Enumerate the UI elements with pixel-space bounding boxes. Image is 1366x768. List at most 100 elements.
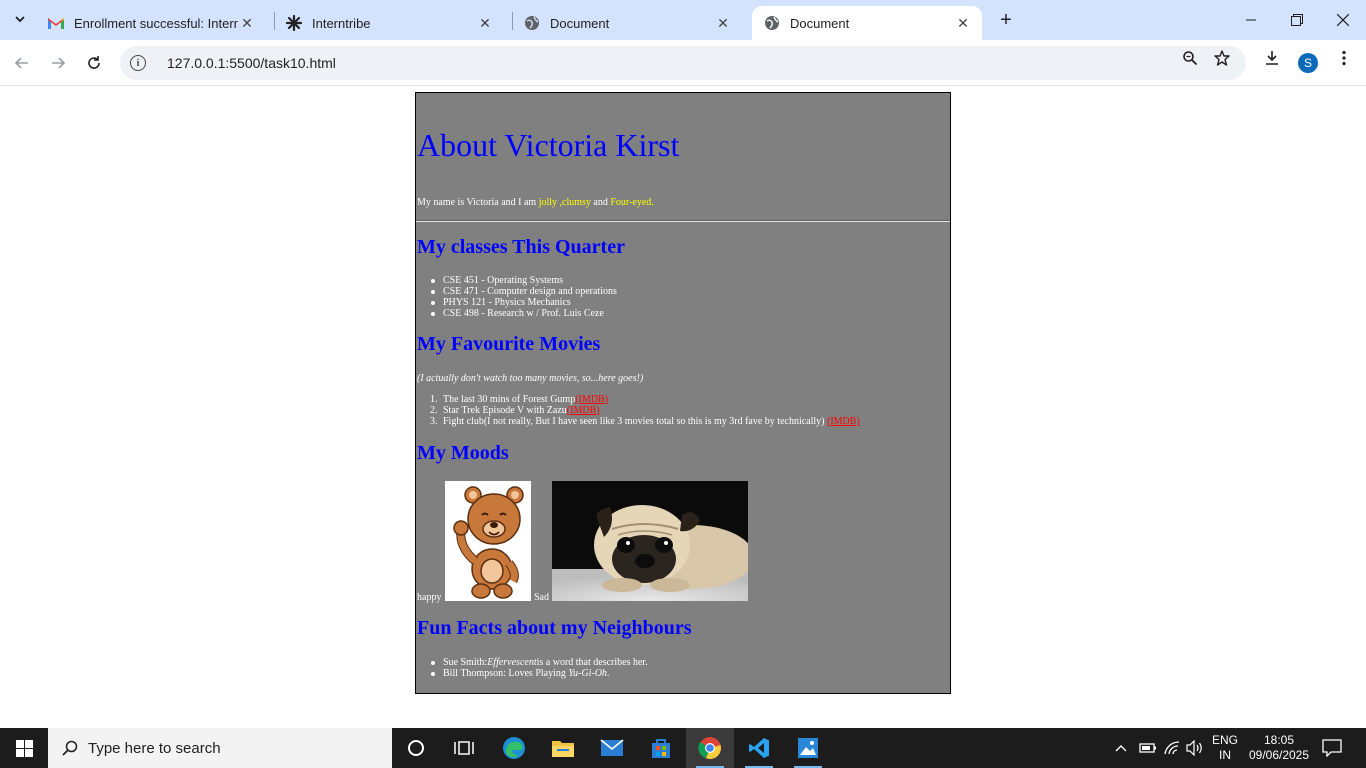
store-button[interactable] (637, 728, 685, 768)
back-arrow-icon (14, 57, 28, 69)
photos-icon (798, 738, 818, 758)
volume-indicator[interactable] (1186, 728, 1204, 768)
folder-icon (552, 741, 574, 757)
tab-strip: Enrollment successful: Interntri ✕ Inter… (0, 0, 1366, 40)
list-item: 1. The last 30 mins of Forest Gump(IMDB) (430, 394, 608, 405)
search-icon (62, 740, 78, 756)
star-icon (1214, 50, 1230, 66)
chevron-up-icon (1115, 745, 1127, 752)
download-icon (1266, 51, 1278, 65)
close-icon[interactable]: ✕ (476, 14, 494, 32)
globe-icon (764, 15, 780, 31)
mail-icon (600, 739, 624, 756)
profile-avatar[interactable]: S (1298, 53, 1318, 73)
lang-code: ENG (1212, 733, 1239, 747)
start-button[interactable] (0, 728, 48, 768)
globe-icon (524, 15, 540, 31)
moods-heading: My Moods (417, 442, 509, 464)
taskbar-search[interactable]: Type here to search (48, 728, 392, 768)
edge-taskbar-button[interactable] (490, 728, 538, 768)
language-indicator[interactable]: ENG IN (1212, 728, 1238, 768)
back-button[interactable] (8, 49, 36, 77)
bookmark-button[interactable] (1212, 48, 1232, 68)
movies-heading: My Favourite Movies (417, 333, 601, 355)
tab-document-1[interactable]: Document ✕ (512, 6, 742, 40)
close-icon[interactable]: ✕ (238, 14, 256, 32)
tab-interntribe[interactable]: Interntribe ✕ (274, 6, 504, 40)
list-item: 2. Star Trek Episode V with Zazu(IMDB) (430, 405, 600, 416)
downloads-button[interactable] (1262, 48, 1282, 68)
tab-search-button[interactable] (6, 6, 34, 34)
new-tab-button[interactable]: + (994, 8, 1018, 32)
intro-before: My name is Victoria and I am (417, 197, 539, 208)
address-bar[interactable]: i 127.0.0.1:5500/task10.html (120, 46, 1246, 80)
more-vert-icon (1342, 50, 1346, 66)
imdb-link[interactable]: (IMDB) (827, 416, 860, 427)
edge-icon (503, 737, 525, 759)
close-icon[interactable]: ✕ (714, 14, 732, 32)
clock-time: 18:05 (1263, 733, 1295, 747)
close-window-button[interactable] (1320, 0, 1366, 40)
list-item: CSE 471 - Computer design and operations (431, 286, 617, 297)
action-center-button[interactable] (1322, 728, 1342, 768)
store-icon (652, 739, 670, 758)
page-viewport: About Victoria Kirst My name is Victoria… (0, 87, 1366, 728)
list-item: CSE 451 - Operating Systems (431, 275, 617, 286)
neighbours-list: Sue Smith:Effervescentis a word that des… (431, 657, 648, 679)
mail-button[interactable] (588, 728, 636, 768)
minimize-button[interactable] (1228, 0, 1274, 40)
movies-list: 1. The last 30 mins of Forest Gump(IMDB) … (430, 394, 860, 427)
windows-logo-icon (15, 739, 33, 757)
page-container: About Victoria Kirst My name is Victoria… (415, 92, 951, 694)
clock[interactable]: 18:05 09/06/2025 (1248, 728, 1310, 768)
cortana-icon (408, 740, 424, 756)
list-item: 3. Fight club(I not really, But I have se… (430, 416, 860, 427)
speaker-icon (1186, 740, 1202, 756)
photos-taskbar-button[interactable] (784, 728, 832, 768)
wifi-icon (1164, 741, 1180, 755)
sad-pug-image (552, 481, 748, 601)
zoom-button[interactable] (1180, 48, 1200, 68)
windows-taskbar: Type here to search ENG IN 18:05 09/06/2… (0, 728, 1366, 768)
reload-button[interactable] (80, 49, 108, 77)
close-icon (1337, 14, 1349, 26)
menu-button[interactable] (1334, 48, 1354, 68)
mood-sad-label: Sad (534, 592, 549, 603)
teddy-bear-image (445, 481, 531, 601)
trait-jolly: jolly (538, 197, 558, 208)
vscode-taskbar-button[interactable] (735, 728, 783, 768)
close-icon[interactable]: ✕ (954, 14, 972, 32)
classes-list: CSE 451 - Operating Systems CSE 471 - Co… (431, 275, 617, 319)
chrome-taskbar-button[interactable] (686, 728, 734, 768)
tab-enrollment[interactable]: Enrollment successful: Interntri ✕ (36, 6, 266, 40)
list-item: CSE 498 - Research w / Prof. Luis Ceze (431, 308, 617, 319)
battery-indicator[interactable] (1139, 728, 1157, 768)
imdb-link[interactable]: (IMDB) (567, 405, 600, 416)
chrome-icon (698, 737, 721, 760)
restore-button[interactable] (1274, 0, 1320, 40)
vscode-icon (749, 738, 769, 758)
battery-icon (1139, 743, 1156, 753)
network-indicator[interactable] (1163, 728, 1181, 768)
list-item: PHYS 121 - Physics Mechanics (431, 297, 617, 308)
intro-text: My name is Victoria and I am jolly ,clum… (417, 197, 654, 208)
tray-overflow-button[interactable] (1114, 728, 1128, 768)
forward-button[interactable] (44, 49, 72, 77)
horizontal-rule (416, 220, 950, 222)
gmail-icon (48, 15, 64, 31)
cortana-button[interactable] (392, 728, 440, 768)
task-view-button[interactable] (440, 728, 488, 768)
tab-document-active[interactable]: Document ✕ (752, 6, 982, 40)
search-placeholder: Type here to search (88, 739, 221, 757)
zoom-icon (1183, 51, 1198, 66)
imdb-link[interactable]: (IMDB) (575, 394, 608, 405)
site-info-icon[interactable]: i (130, 55, 146, 71)
interntribe-icon (286, 15, 302, 31)
lang-region: IN (1219, 748, 1231, 762)
mood-happy-label: happy (417, 592, 442, 603)
tab-title: Interntribe (312, 15, 371, 31)
minimize-icon (1246, 19, 1256, 21)
file-explorer-button[interactable] (539, 728, 587, 768)
plus-icon: + (1000, 8, 1012, 31)
address-text: 127.0.0.1:5500/task10.html (167, 55, 336, 71)
